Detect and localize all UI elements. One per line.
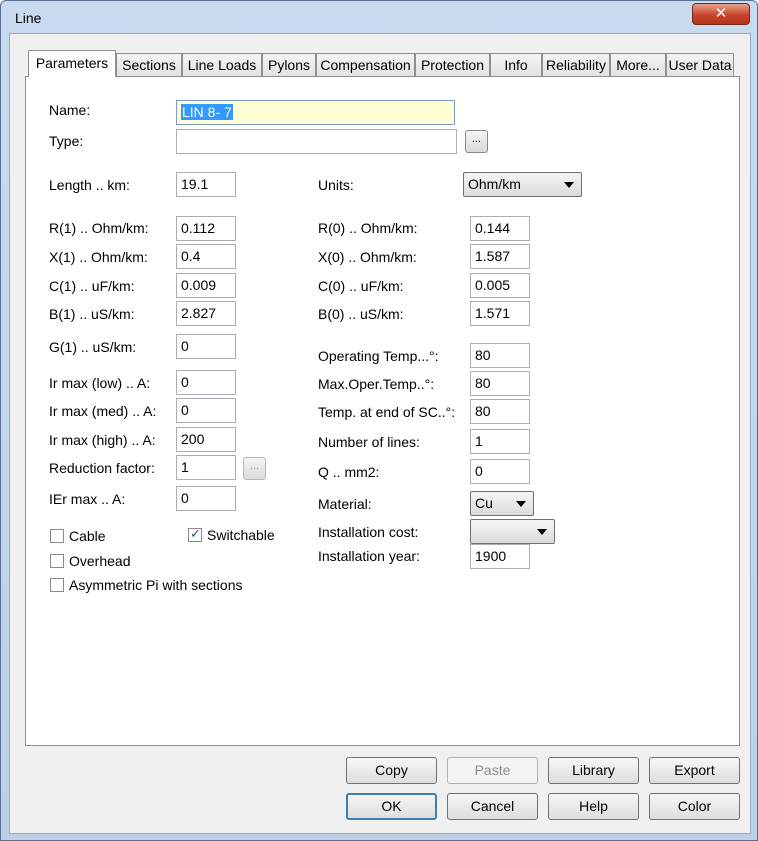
name-label: Name: <box>49 102 91 118</box>
c0-label: C(0) .. uF/km: <box>318 278 404 294</box>
chevron-down-icon <box>516 501 526 507</box>
tab-sections[interactable]: Sections <box>116 53 182 76</box>
ir-low-field[interactable]: 0 <box>176 370 236 395</box>
r1-field[interactable]: 0.112 <box>176 216 236 241</box>
switchable-checkbox[interactable]: ✓ <box>188 526 202 542</box>
x0-field[interactable]: 1.587 <box>470 244 530 269</box>
reduction-factor-field[interactable]: 1 <box>176 455 236 480</box>
c1-field[interactable]: 0.009 <box>176 273 236 298</box>
installation-year-label: Installation year: <box>318 548 420 564</box>
ir-low-label: Ir max (low) .. A: <box>49 375 151 391</box>
ok-button[interactable]: OK <box>346 793 437 820</box>
switchable-label: Switchable <box>207 527 275 543</box>
c1-label: C(1) .. uF/km: <box>49 278 135 294</box>
overhead-checkbox[interactable] <box>50 554 64 568</box>
r0-field[interactable]: 0.144 <box>470 216 530 241</box>
b0-field[interactable]: 1.571 <box>470 301 530 326</box>
temp-end-sc-label: Temp. at end of SC..°: <box>318 404 456 420</box>
title-bar[interactable]: Line ✕ <box>1 1 757 33</box>
g1-field[interactable]: 0 <box>176 334 236 359</box>
window-title: Line <box>15 10 42 26</box>
cable-label: Cable <box>69 528 106 544</box>
temp-end-sc-field[interactable]: 80 <box>470 399 530 424</box>
length-field[interactable]: 19.1 <box>176 172 236 197</box>
material-value: Cu <box>475 495 493 511</box>
units-dropdown[interactable]: Ohm/km <box>463 172 582 197</box>
name-field[interactable]: LIN 8- 7 <box>176 100 455 125</box>
dialog-client-area: Parameters Sections Line Loads Pylons Co… <box>9 33 751 834</box>
line-dialog-window: Line ✕ Parameters Sections Line Loads Py… <box>0 0 758 841</box>
check-icon: ✓ <box>190 526 201 541</box>
type-browse-button[interactable]: ... <box>465 130 488 153</box>
paste-button[interactable]: Paste <box>447 757 538 784</box>
number-of-lines-field[interactable]: 1 <box>470 429 530 454</box>
color-button[interactable]: Color <box>649 793 740 820</box>
ir-med-field[interactable]: 0 <box>176 398 236 423</box>
length-label: Length .. km: <box>49 177 130 193</box>
ier-max-field[interactable]: 0 <box>176 486 236 511</box>
tab-compensation[interactable]: Compensation <box>316 53 415 76</box>
tab-user-data[interactable]: User Data <box>666 53 734 76</box>
q-mm2-label: Q .. mm2: <box>318 464 380 480</box>
ir-high-label: Ir max (high) .. A: <box>49 432 156 448</box>
number-of-lines-label: Number of lines: <box>318 434 420 450</box>
operating-temp-label: Operating Temp...°: <box>318 348 439 364</box>
x0-label: X(0) .. Ohm/km: <box>318 249 417 265</box>
installation-year-field[interactable]: 1900 <box>470 544 530 569</box>
x1-label: X(1) .. Ohm/km: <box>49 249 148 265</box>
installation-cost-dropdown[interactable] <box>470 519 555 544</box>
ir-high-field[interactable]: 200 <box>176 427 236 452</box>
tab-more[interactable]: More... <box>610 53 666 76</box>
ir-med-label: Ir max (med) .. A: <box>49 403 157 419</box>
tab-info[interactable]: Info <box>490 53 542 76</box>
type-label: Type: <box>49 133 84 149</box>
overhead-label: Overhead <box>69 553 131 569</box>
installation-cost-label: Installation cost: <box>318 524 419 540</box>
help-button[interactable]: Help <box>548 793 639 820</box>
b0-label: B(0) .. uS/km: <box>318 306 404 322</box>
asymmetric-pi-label: Asymmetric Pi with sections <box>69 577 243 593</box>
max-oper-temp-label: Max.Oper.Temp..°: <box>318 376 435 392</box>
reduction-factor-browse-button[interactable]: ... <box>243 457 266 480</box>
export-button[interactable]: Export <box>649 757 740 784</box>
x1-field[interactable]: 0.4 <box>176 244 236 269</box>
chevron-down-icon <box>537 529 547 535</box>
operating-temp-field[interactable]: 80 <box>470 343 530 368</box>
r1-label: R(1) .. Ohm/km: <box>49 220 149 236</box>
asymmetric-pi-checkbox[interactable] <box>50 578 64 592</box>
material-label: Material: <box>318 496 372 512</box>
cancel-button[interactable]: Cancel <box>447 793 538 820</box>
tab-line-loads[interactable]: Line Loads <box>182 53 262 76</box>
max-oper-temp-field[interactable]: 80 <box>470 371 530 396</box>
name-value: LIN 8- 7 <box>181 104 233 120</box>
close-icon: ✕ <box>714 5 728 22</box>
units-label: Units: <box>318 177 354 193</box>
q-mm2-field[interactable]: 0 <box>470 459 530 484</box>
cable-checkbox[interactable] <box>50 529 64 543</box>
parameters-panel: Name: LIN 8- 7 Type: ... Length .. km: 1… <box>25 76 740 746</box>
copy-button[interactable]: Copy <box>346 757 437 784</box>
tab-pylons[interactable]: Pylons <box>262 53 316 76</box>
r0-label: R(0) .. Ohm/km: <box>318 220 418 236</box>
g1-label: G(1) .. uS/km: <box>49 339 137 355</box>
c0-field[interactable]: 0.005 <box>470 273 530 298</box>
b1-label: B(1) .. uS/km: <box>49 306 135 322</box>
units-value: Ohm/km <box>468 176 521 192</box>
tab-reliability[interactable]: Reliability <box>542 53 610 76</box>
tab-parameters[interactable]: Parameters <box>28 50 116 77</box>
type-field[interactable] <box>176 129 457 154</box>
chevron-down-icon <box>564 182 574 188</box>
material-dropdown[interactable]: Cu <box>470 491 534 516</box>
reduction-factor-label: Reduction factor: <box>49 460 155 476</box>
library-button[interactable]: Library <box>548 757 639 784</box>
tab-protection[interactable]: Protection <box>415 53 490 76</box>
ier-max-label: IEr max .. A: <box>49 491 126 507</box>
close-button[interactable]: ✕ <box>692 3 750 25</box>
b1-field[interactable]: 2.827 <box>176 301 236 326</box>
